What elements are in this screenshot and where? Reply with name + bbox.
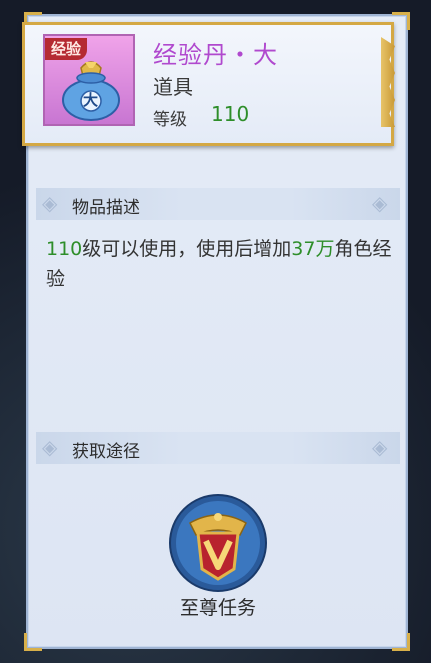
item-type: 道具 <box>153 75 193 99</box>
item-icon: 经验 大 <box>43 34 135 126</box>
diamond-ornament-icon: ◈ <box>372 435 388 459</box>
diamond-ornament-icon: ◈ <box>372 191 388 215</box>
item-tooltip-panel: 经验 大 经验丹・大 道具 等级 110 ◈ 物品描述 ◈ 110级可以使用，使… <box>22 12 410 651</box>
ribbon-ornament <box>381 37 395 127</box>
vip-v-emblem-icon <box>169 494 267 592</box>
description-title: 物品描述 <box>72 198 140 218</box>
desc-amount: 37万 <box>291 238 335 260</box>
supreme-quest-label[interactable]: 至尊任务 <box>148 593 288 620</box>
corner-ornament <box>392 12 410 30</box>
desc-level: 110 <box>46 238 83 260</box>
item-name: 经验丹・大 <box>153 41 278 69</box>
source-section-header: ◈ 获取途径 ◈ <box>36 432 400 464</box>
item-level-label: 等级 <box>153 110 187 130</box>
description-section-header: ◈ 物品描述 ◈ <box>36 188 400 220</box>
item-description: 110级可以使用，使用后增加37万角色经验 <box>46 234 396 294</box>
corner-ornament <box>392 633 410 651</box>
diamond-ornament-icon: ◈ <box>42 191 58 215</box>
source-title: 获取途径 <box>72 442 140 462</box>
exp-tag-badge: 经验 <box>45 38 88 60</box>
item-header: 经验 大 经验丹・大 道具 等级 110 <box>22 22 395 146</box>
corner-ornament <box>24 633 42 651</box>
supreme-quest-button[interactable] <box>168 493 268 593</box>
bag-glyph: 大 <box>83 91 99 109</box>
exp-bag-icon <box>62 61 120 121</box>
diamond-ornament-icon: ◈ <box>42 435 58 459</box>
item-level-value: 110 <box>211 102 250 126</box>
desc-text-1: 级可以使用，使用后增加 <box>82 238 292 260</box>
